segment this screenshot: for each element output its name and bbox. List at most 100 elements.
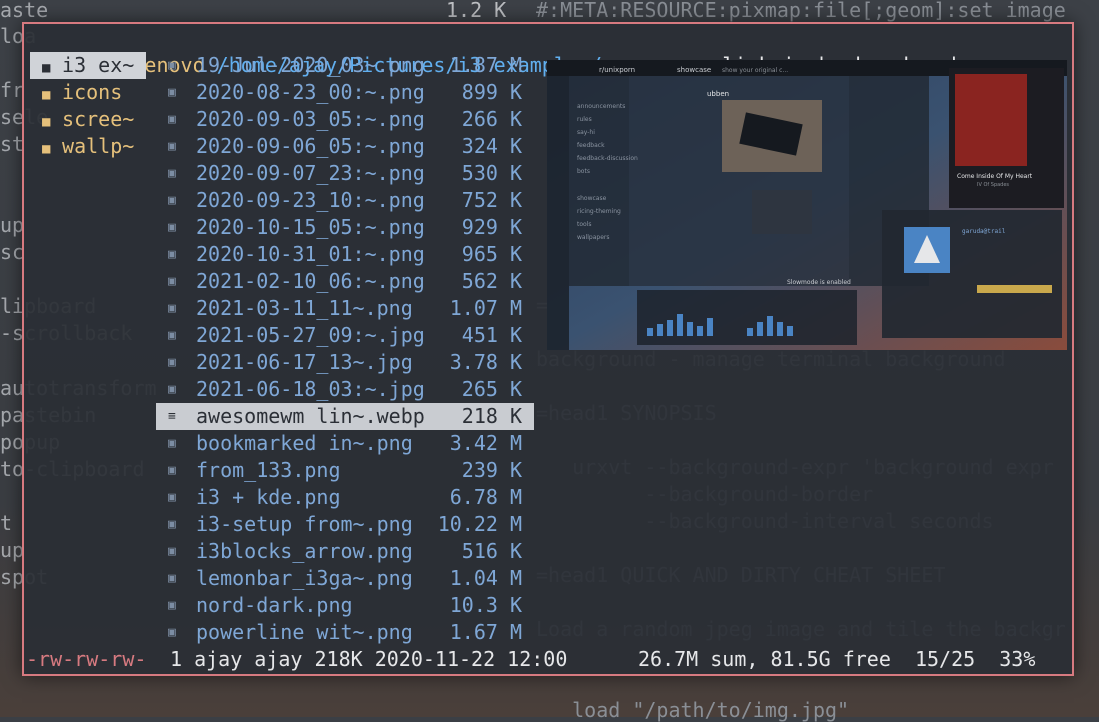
file-item[interactable]: ▣ nord-dark.png 10.3 K xyxy=(156,592,534,619)
preview-channel-item: wallpapers xyxy=(577,234,610,241)
file-item-selected[interactable]: ≡ awesomewm lin~.webp 218 K xyxy=(156,403,534,430)
preview-post-author: ubben xyxy=(707,90,729,98)
background-left-line: up xyxy=(0,213,25,237)
directory-name: scree~ xyxy=(62,107,135,131)
preview-status-notice: Slowmode is enabled xyxy=(787,279,851,286)
preview-channel-item: bots xyxy=(577,168,590,175)
directory-item[interactable]: ■ scree~ xyxy=(30,106,148,133)
file-item[interactable]: ▣ i3-setup from~.png 10.22 M xyxy=(156,511,534,538)
file-item[interactable]: ▣ 2020-09-07_23:~.png 530 K xyxy=(156,160,534,187)
file-size: 266 K xyxy=(461,107,522,131)
file-size: 1.04 M xyxy=(449,566,522,590)
background-size-text: 1.2 K xyxy=(446,0,507,22)
file-item[interactable]: ▣ powerline wit~.png 1.67 M xyxy=(156,619,534,646)
background-left-line: fr xyxy=(0,78,25,102)
image-file-icon: ▣ xyxy=(168,436,176,451)
image-file-icon: ▣ xyxy=(168,166,176,181)
file-item[interactable]: ▣ 2020-09-23_10:~.png 752 K xyxy=(156,187,534,214)
image-file-icon: ▣ xyxy=(168,490,176,505)
preview-term-user: garuda@trail xyxy=(962,228,1006,235)
file-size: 324 K xyxy=(461,134,522,158)
file-item[interactable]: ▣ 19-Jul-2020_03~.png 1.87 M xyxy=(156,52,534,79)
file-item[interactable]: ▣ 2021-05-27_09:~.jpg 451 K xyxy=(156,322,534,349)
directory-item[interactable]: ■ i3 ex~ xyxy=(30,52,146,79)
file-item[interactable]: ▣ 2020-10-15_05:~.png 929 K xyxy=(156,214,534,241)
status-bar: -rw-rw-rw- 1 ajay ajay 218K 2020-11-22 1… xyxy=(24,644,1072,674)
image-file-icon: ▣ xyxy=(168,625,176,640)
file-size: 218 K xyxy=(461,404,522,428)
file-name: powerline wit~.png xyxy=(196,620,413,644)
image-file-icon: ▣ xyxy=(168,517,176,532)
folder-icon: ■ xyxy=(42,60,51,76)
file-size: 1.07 M xyxy=(449,296,522,320)
file-name: 2020-08-23_00:~.png xyxy=(196,80,425,104)
file-name: 2021-06-17_13~.jpg xyxy=(196,350,413,374)
image-file-icon: ▣ xyxy=(168,58,176,73)
file-item[interactable]: ▣ 2020-08-23_00:~.png 899 K xyxy=(156,79,534,106)
preview-channel-item: ricing-theming xyxy=(577,208,621,215)
image-file-icon: ▣ xyxy=(168,139,176,154)
status-file-meta: 1 ajay ajay 218K 2020-11-22 12:00 xyxy=(170,647,568,671)
image-file-icon: ▣ xyxy=(168,598,176,613)
title-bar: ajay@lenovo /home/ajay/Pictures/i3 examp… xyxy=(24,25,975,77)
image-file-icon: ▣ xyxy=(168,328,176,343)
file-size: 929 K xyxy=(461,215,522,239)
file-item[interactable]: ▣ 2021-06-17_13~.jpg 3.78 K xyxy=(156,349,534,376)
preview-song-title: Come Inside Of My Heart xyxy=(957,173,1033,180)
preview-topic: show your original c... xyxy=(722,67,788,74)
file-item[interactable]: ▣ from_133.png 239 K xyxy=(156,457,534,484)
file-size: 1.87 M xyxy=(449,53,522,77)
file-name: from_133.png xyxy=(196,458,341,482)
file-size: 899 K xyxy=(461,80,522,104)
file-name: i3 + kde.png xyxy=(196,485,341,509)
document-icon: ≡ xyxy=(168,409,176,424)
file-item[interactable]: ▣ i3blocks_arrow.png 516 K xyxy=(156,538,534,565)
file-size: 752 K xyxy=(461,188,522,212)
preview-channel-item: showcase xyxy=(577,195,607,202)
file-item[interactable]: ▣ 2021-03-11_11~.png 1.07 M xyxy=(156,295,534,322)
file-size: 451 K xyxy=(461,323,522,347)
image-file-icon: ▣ xyxy=(168,193,176,208)
directory-item[interactable]: ■ icons xyxy=(30,79,148,106)
file-name: i3-setup from~.png xyxy=(196,512,413,536)
file-item[interactable]: ▣ 2021-02-10_06:~.png 562 K xyxy=(156,268,534,295)
file-name: i3blocks_arrow.png xyxy=(196,539,413,563)
file-name: awesomewm lin~.webp xyxy=(196,404,425,428)
file-name: 2021-02-10_06:~.png xyxy=(196,269,425,293)
background-left-line: sc xyxy=(0,240,25,264)
image-file-icon: ▣ xyxy=(168,112,176,127)
file-size: 562 K xyxy=(461,269,522,293)
preview-channel-item: rules xyxy=(577,116,592,123)
preview-channel-item: feedback xyxy=(577,142,605,149)
file-item[interactable]: ▣ 2020-09-03_05:~.png 266 K xyxy=(156,106,534,133)
preview-screenshot: r/unixporn showcase show your original c… xyxy=(547,60,1067,350)
image-preview: r/unixporn showcase show your original c… xyxy=(547,60,1067,350)
file-item[interactable]: ▣ i3 + kde.png 6.78 M xyxy=(156,484,534,511)
file-name: lemonbar_i3ga~.png xyxy=(196,566,413,590)
file-size: 3.78 K xyxy=(449,350,522,374)
file-item[interactable]: ▣ bookmarked in~.png 3.42 M xyxy=(156,430,534,457)
file-item[interactable]: ▣ lemonbar_i3ga~.png 1.04 M xyxy=(156,565,534,592)
folder-icon: ■ xyxy=(42,87,51,103)
file-item[interactable]: ▣ 2020-10-31_01:~.png 965 K xyxy=(156,241,534,268)
image-file-icon: ▣ xyxy=(168,274,176,289)
file-size: 265 K xyxy=(461,377,522,401)
file-name: 2021-03-11_11~.png xyxy=(196,296,413,320)
image-file-icon: ▣ xyxy=(168,571,176,586)
directory-name: wallp~ xyxy=(62,134,135,158)
image-file-icon: ▣ xyxy=(168,301,176,316)
image-file-icon: ▣ xyxy=(168,355,176,370)
file-name: 2020-09-06_05:~.png xyxy=(196,134,425,158)
directory-item[interactable]: ■ wallp~ xyxy=(30,133,148,160)
file-size: 1.67 M xyxy=(449,620,522,644)
file-item[interactable]: ▣ 2020-09-06_05:~.png 324 K xyxy=(156,133,534,160)
file-name: 2021-05-27_09:~.jpg xyxy=(196,323,425,347)
ranger-window[interactable]: ajay@lenovo /home/ajay/Pictures/i3 examp… xyxy=(22,22,1074,676)
preview-channel-item: feedback-discussion xyxy=(577,155,638,162)
directory-name: icons xyxy=(62,80,123,104)
preview-channel-name: showcase xyxy=(677,66,711,74)
image-file-icon: ▣ xyxy=(168,463,176,478)
background-left-line: st xyxy=(0,132,25,156)
preview-artist: IV Of Spades xyxy=(977,182,1009,188)
file-item[interactable]: ▣ 2021-06-18_03:~.jpg 265 K xyxy=(156,376,534,403)
